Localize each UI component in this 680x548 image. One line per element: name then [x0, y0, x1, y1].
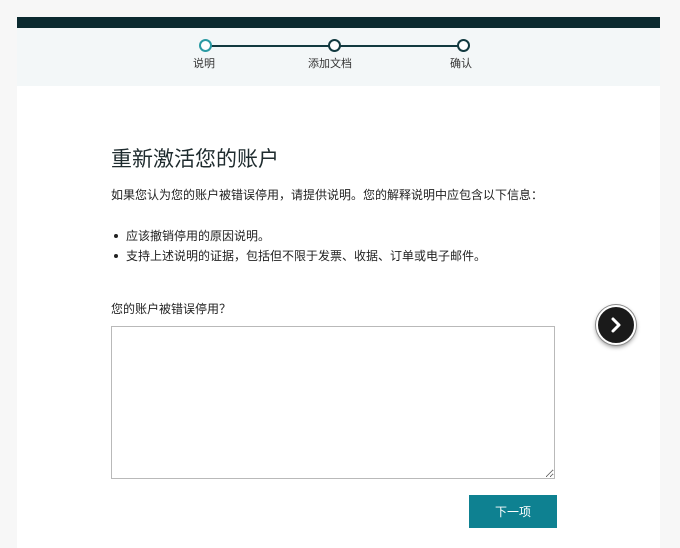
step-dot-current [199, 39, 212, 52]
explanation-label: 您的账户被错误停用？ [111, 302, 232, 316]
main-panel: 重新激活您的账户 如果您认为您的账户被错误停用，请提供说明。您的解释说明中应包含… [17, 86, 660, 548]
step-label-instructions: 说明 [193, 57, 215, 70]
step-label-confirm: 确认 [450, 57, 472, 70]
step-connector [211, 45, 334, 47]
progress-stepper: 说明 添加文档 确认 [17, 28, 660, 86]
step-dot [328, 39, 341, 52]
step-label-add-documents: 添加文档 [308, 57, 352, 70]
next-arrow-button[interactable] [596, 305, 636, 345]
page-title: 重新激活您的账户 [111, 147, 279, 171]
requirements-list: 应该撤销停用的原因说明。 支持上述说明的证据，包括但不限于发票、收据、订单或电子… [111, 226, 571, 266]
description-text: 如果您认为您的账户被错误停用，请提供说明。您的解释说明中应包含以下信息： [111, 188, 544, 202]
list-item: 应该撤销停用的原因说明。 [111, 226, 571, 246]
next-button[interactable]: 下一项 [469, 495, 557, 528]
step-connector [340, 45, 463, 47]
explanation-textarea[interactable] [111, 326, 555, 479]
top-bar [17, 17, 660, 28]
step-dot [457, 39, 470, 52]
chevron-right-icon [611, 317, 621, 333]
list-item: 支持上述说明的证据，包括但不限于发票、收据、订单或电子邮件。 [111, 246, 571, 266]
